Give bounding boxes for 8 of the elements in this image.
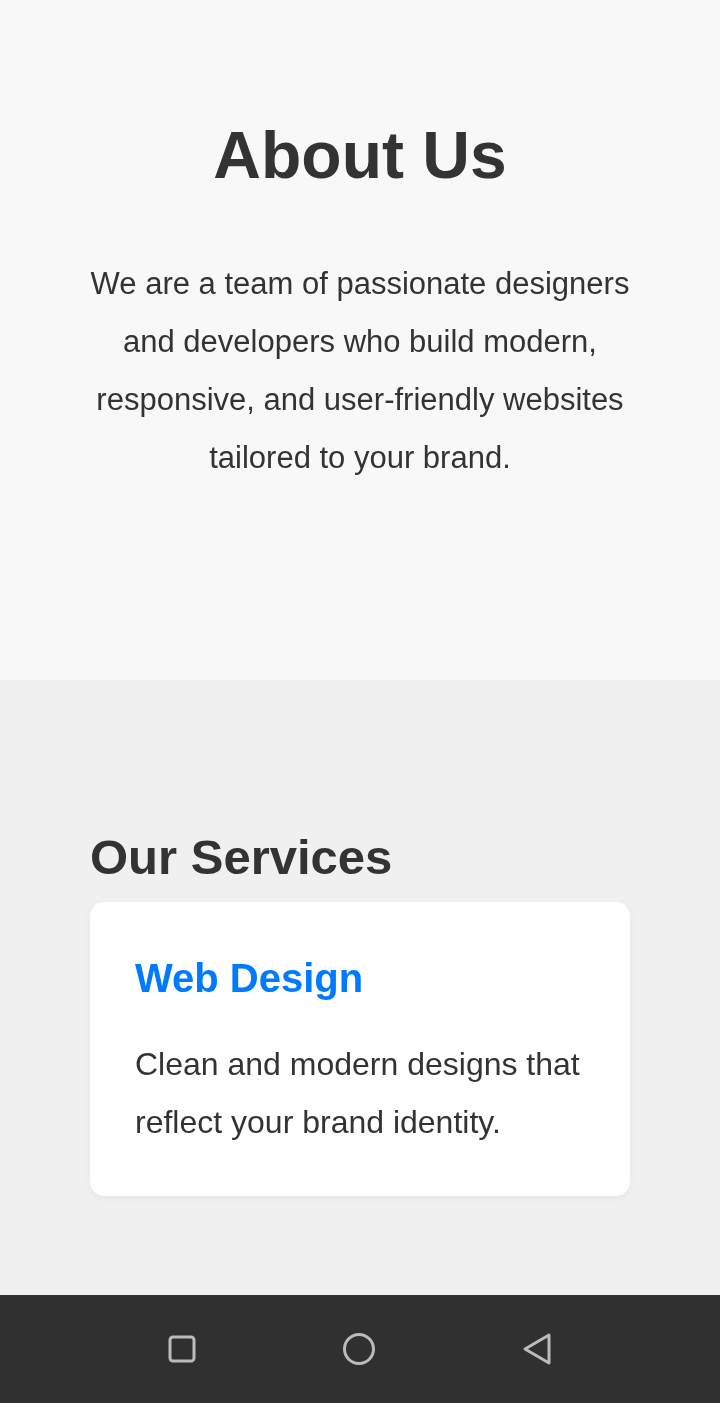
card-text: Clean and modern designs that reflect your brand identity. (135, 1045, 581, 1142)
section-title: Our Services (90, 829, 394, 886)
section-title: About Us (212, 117, 508, 194)
back-button[interactable] (521, 1332, 553, 1366)
home-button[interactable] (342, 1332, 376, 1366)
about-text: We are a team of passionate designers and developers who build modern, responsive, and user-friendly websites tailored to your brand. (90, 265, 630, 477)
card-title: Web Design (135, 955, 365, 1002)
recent-apps-button[interactable] (167, 1334, 197, 1364)
